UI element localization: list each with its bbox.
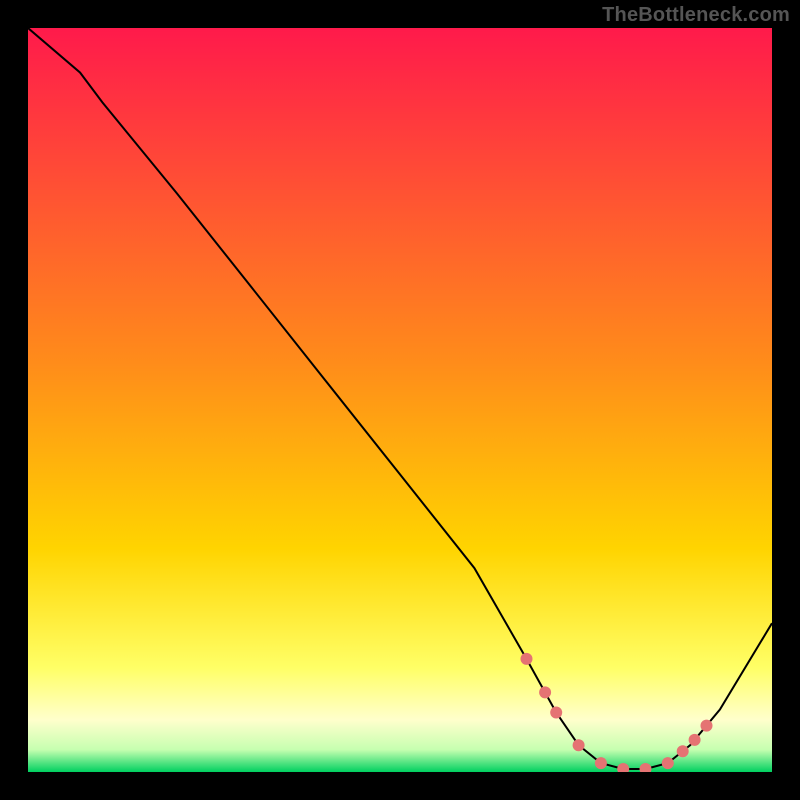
marker-dot [595,757,607,769]
marker-dot [521,653,533,665]
marker-dot [677,745,689,757]
bottleneck-curve [28,28,772,769]
marker-dot [701,720,713,732]
marker-dot [617,763,629,772]
watermark-text: TheBottleneck.com [602,4,790,27]
marker-dot [640,763,652,772]
curve-layer [28,28,772,772]
minimum-markers [521,653,713,772]
chart-frame: TheBottleneck.com [0,0,800,800]
marker-dot [689,734,701,746]
marker-dot [573,739,585,751]
plot-area [28,28,772,772]
marker-dot [662,757,674,769]
marker-dot [539,686,551,698]
marker-dot [550,707,562,719]
